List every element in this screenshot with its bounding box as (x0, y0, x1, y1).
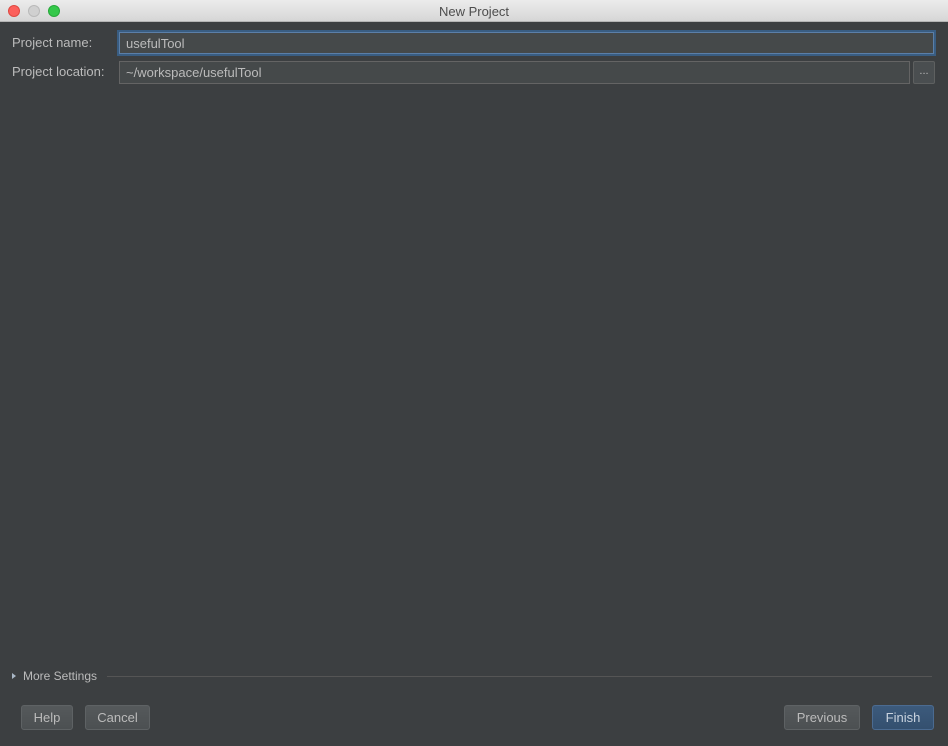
finish-button[interactable]: Finish (872, 705, 934, 730)
help-button[interactable]: Help (21, 705, 73, 730)
more-settings-toggle[interactable]: More Settings (12, 668, 97, 684)
new-project-dialog: New Project Project name: Project locati… (0, 0, 948, 746)
browse-location-button[interactable]: ... (913, 61, 935, 84)
previous-button[interactable]: Previous (784, 705, 860, 730)
title-bar: New Project (0, 0, 948, 22)
project-location-input[interactable] (119, 61, 910, 84)
expand-arrow-icon (12, 673, 16, 679)
more-settings-label: More Settings (23, 669, 98, 683)
project-location-label: Project location: (12, 64, 105, 79)
window-title: New Project (438, 4, 510, 19)
more-settings-separator (107, 676, 932, 677)
project-name-label: Project name: (12, 35, 93, 50)
cancel-button[interactable]: Cancel (85, 705, 150, 730)
project-name-input[interactable] (119, 32, 934, 54)
